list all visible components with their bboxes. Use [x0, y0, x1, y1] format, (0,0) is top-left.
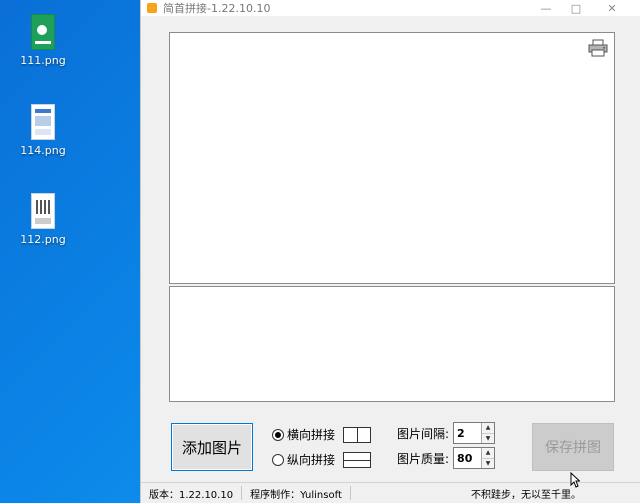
horizontal-layout-icon — [343, 426, 372, 443]
vertical-label: 纵向拼接 — [287, 453, 336, 467]
desktop-icon-114[interactable]: 114.png — [8, 104, 78, 157]
printer-icon[interactable] — [588, 39, 608, 57]
quality-row: 图片质量: 80 ▲ ▼ — [397, 447, 496, 469]
spacing-arrows[interactable]: ▲ ▼ — [481, 423, 495, 444]
app-icon — [147, 3, 157, 13]
spacing-label: 图片间隔: — [397, 426, 450, 441]
save-collage-button[interactable]: 保存拼图 — [532, 423, 614, 471]
down-arrow-icon[interactable]: ▼ — [482, 434, 494, 444]
image-file-icon — [31, 104, 55, 140]
vertical-radio[interactable] — [272, 453, 284, 466]
preview-area[interactable] — [169, 32, 615, 284]
vertical-layout-icon — [343, 451, 372, 468]
spacing-value[interactable]: 2 — [454, 427, 465, 440]
horizontal-radio[interactable] — [272, 428, 284, 441]
desktop-icon-label: 111.png — [20, 54, 66, 67]
quality-arrows[interactable]: ▲ ▼ — [481, 448, 495, 469]
image-file-icon — [31, 14, 55, 50]
minimize-button[interactable]: — — [531, 0, 561, 16]
down-arrow-icon[interactable]: ▼ — [482, 459, 494, 469]
app-window: 简首拼接-1.22.10.10 — □ ✕ 添加图片 横向拼接 纵向拼接 图片间… — [140, 0, 640, 503]
spacing-stepper[interactable]: 2 ▲ ▼ — [453, 422, 496, 444]
desktop-icon-112[interactable]: 112.png — [8, 193, 78, 246]
up-arrow-icon[interactable]: ▲ — [482, 423, 495, 434]
image-list[interactable] — [169, 286, 615, 402]
quality-stepper[interactable]: 80 ▲ ▼ — [453, 447, 496, 469]
close-button[interactable]: ✕ — [597, 0, 627, 16]
desktop-icon-label: 114.png — [20, 144, 66, 157]
add-image-button[interactable]: 添加图片 — [171, 423, 253, 471]
quality-value[interactable]: 80 — [454, 452, 472, 465]
desktop-icon-111[interactable]: 111.png — [8, 14, 78, 67]
status-bar: 版本：1.22.10.10 程序制作：Yulinsoft 不积跬步，无以至千里。 — [141, 482, 640, 503]
window-title: 简首拼接-1.22.10.10 — [163, 2, 271, 15]
quality-label: 图片质量: — [397, 451, 450, 466]
version-text: 版本：1.22.10.10 — [141, 486, 243, 501]
up-arrow-icon[interactable]: ▲ — [482, 448, 495, 459]
spacing-row: 图片间隔: 2 ▲ ▼ — [397, 422, 496, 444]
vertical-option[interactable]: 纵向拼接 — [272, 451, 372, 468]
author-text: 程序制作：Yulinsoft — [242, 486, 351, 501]
motto-text: 不积跬步，无以至千里。 — [471, 489, 581, 501]
horizontal-option[interactable]: 横向拼接 — [272, 426, 372, 443]
maximize-button[interactable]: □ — [561, 0, 591, 16]
image-file-icon — [31, 193, 55, 229]
desktop-icon-label: 112.png — [20, 233, 66, 246]
horizontal-label: 横向拼接 — [287, 428, 336, 442]
title-bar: 简首拼接-1.22.10.10 — □ ✕ — [141, 0, 640, 16]
